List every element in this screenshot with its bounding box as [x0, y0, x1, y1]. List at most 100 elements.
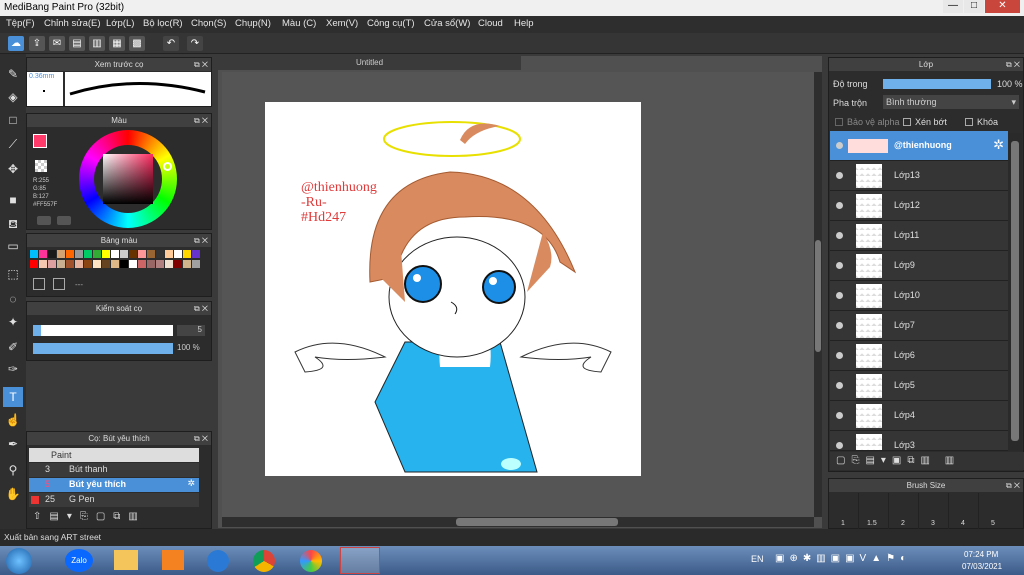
layer-row[interactable]: Lớp12 — [830, 191, 1008, 221]
palette-swatch[interactable] — [165, 260, 173, 268]
text-tool-icon[interactable]: T — [3, 387, 23, 407]
page-icon[interactable]: ▥ — [89, 36, 105, 51]
explorer-icon[interactable] — [114, 550, 138, 570]
vertical-scrollbar[interactable] — [814, 72, 822, 517]
fill-rect-tool-icon[interactable]: ■ — [3, 190, 23, 210]
menu-cloud[interactable]: Cloud — [478, 18, 503, 29]
layer-row[interactable]: Lớp3 — [830, 431, 1008, 451]
add-palette-icon[interactable] — [33, 278, 45, 290]
close-icon[interactable]: ⧉ ✕ — [194, 234, 208, 247]
language-indicator[interactable]: EN — [751, 554, 764, 564]
palette-swatch[interactable] — [102, 250, 110, 258]
brush-opacity-slider[interactable] — [33, 343, 173, 354]
brush-list-actions[interactable]: ⇧▤▾⎘▢⧉▥ — [33, 511, 146, 522]
layer-row[interactable]: Lớp13 — [830, 161, 1008, 191]
zalo-icon[interactable]: Zalo — [65, 549, 93, 572]
palette-swatch[interactable] — [138, 260, 146, 268]
menu-edit[interactable]: Chỉnh sửa(E) — [44, 18, 101, 29]
menu-tools[interactable]: Công cụ(T) — [367, 18, 415, 29]
close-icon[interactable]: ⧉ ✕ — [1006, 58, 1020, 71]
magic-wand-icon[interactable]: ✦ — [3, 312, 23, 332]
layer-row[interactable]: Lớp5 — [830, 371, 1008, 401]
primary-color-swatch[interactable] — [33, 134, 47, 148]
tray-icons[interactable]: ▣⊕✱▥▣▣V▲⚑◐ — [775, 553, 911, 564]
eye-icon[interactable] — [836, 232, 843, 239]
menu-view[interactable]: Xem(V) — [326, 18, 358, 29]
palette-swatch[interactable] — [129, 250, 137, 258]
palette-swatch[interactable] — [165, 250, 173, 258]
layer-row[interactable]: Lớp9 — [830, 251, 1008, 281]
close-icon[interactable]: ⧉ ✕ — [194, 302, 208, 315]
palette-swatch[interactable] — [111, 260, 119, 268]
palette-swatch[interactable] — [30, 250, 38, 258]
palette-swatch[interactable] — [120, 250, 128, 258]
hand-tool-icon[interactable]: ✋ — [3, 484, 23, 504]
brush-item-selected[interactable]: 5 Bút yêu thích ✲ — [29, 478, 199, 492]
menu-color[interactable]: Màu (C) — [282, 18, 316, 29]
ie-icon[interactable] — [207, 550, 229, 572]
brush-tool-icon[interactable]: ✎ — [3, 64, 23, 84]
palette-swatch[interactable] — [156, 260, 164, 268]
palette-swatch[interactable] — [39, 250, 47, 258]
brush-size-option[interactable]: 4 — [949, 493, 979, 529]
palette-swatch[interactable] — [93, 260, 101, 268]
palette-swatch[interactable] — [111, 250, 119, 258]
maximize-button[interactable]: □ — [964, 0, 984, 13]
palette-swatch[interactable] — [84, 250, 92, 258]
blend-select[interactable]: Bình thường ▾ — [883, 95, 1019, 109]
palette-swatch[interactable] — [57, 260, 65, 268]
tile-icon[interactable]: ▩ — [129, 36, 145, 51]
layer-row-selected[interactable]: @thienhuong ✲ — [830, 131, 1008, 161]
select-rect-icon[interactable]: ⬚ — [3, 264, 23, 284]
brush-group-paint[interactable]: Paint — [29, 448, 199, 462]
palette-swatch[interactable] — [75, 260, 83, 268]
layers-scrollbar[interactable] — [1008, 133, 1022, 451]
palette-swatch[interactable] — [147, 250, 155, 258]
select-eraser-icon[interactable]: ✑ — [3, 359, 23, 379]
horizontal-scrollbar[interactable] — [222, 517, 814, 527]
eye-icon[interactable] — [836, 172, 843, 179]
reset-color-button[interactable] — [57, 216, 71, 225]
gear-icon[interactable]: ✲ — [993, 137, 1004, 153]
palette-swatch[interactable] — [138, 250, 146, 258]
swap-color-button[interactable] — [37, 216, 51, 225]
palette-swatch[interactable] — [48, 250, 56, 258]
palette-swatch[interactable] — [147, 260, 155, 268]
eye-icon[interactable] — [836, 442, 843, 449]
eye-icon[interactable] — [836, 142, 843, 149]
layer-opacity-slider[interactable] — [883, 79, 991, 89]
clip-checkbox[interactable] — [903, 118, 911, 126]
canvas-tab[interactable]: Untitled — [218, 56, 521, 70]
undo-icon[interactable]: ↶ — [163, 36, 179, 51]
brush-size-option[interactable]: 1.5 — [859, 493, 889, 529]
eye-icon[interactable] — [836, 382, 843, 389]
line-tool-icon[interactable]: ⟋ — [3, 134, 23, 154]
palette-swatch[interactable] — [57, 250, 65, 258]
brush-size-option[interactable]: 1 — [829, 493, 859, 529]
palette-swatch[interactable] — [174, 260, 182, 268]
close-icon[interactable]: ⧉ ✕ — [194, 432, 208, 445]
brush-item[interactable]: 25 G Pen — [29, 493, 199, 507]
palette-swatch[interactable] — [75, 250, 83, 258]
delete-palette-icon[interactable] — [53, 278, 65, 290]
document-icon[interactable]: ▤ — [69, 36, 85, 51]
brush-item[interactable]: 3 Bút thanh — [29, 463, 199, 477]
bucket-tool-icon[interactable]: ⛾ — [3, 214, 23, 234]
select-pen-icon[interactable]: ✐ — [3, 337, 23, 357]
palette-swatch[interactable] — [192, 260, 200, 268]
share-icon[interactable]: ⇪ — [29, 36, 45, 51]
eraser-tool-icon[interactable]: ◈ — [3, 87, 23, 107]
close-icon[interactable]: ⧉ ✕ — [194, 114, 208, 127]
palette-swatch[interactable] — [102, 260, 110, 268]
menu-help[interactable]: Help — [514, 18, 534, 29]
close-icon[interactable]: ⧉ ✕ — [194, 58, 208, 71]
gear-icon[interactable]: ✲ — [187, 478, 195, 489]
operation-tool-icon[interactable]: ☝ — [3, 410, 23, 430]
palette-swatch[interactable] — [183, 250, 191, 258]
menu-file[interactable]: Tệp(F) — [6, 18, 35, 29]
layer-row[interactable]: Lớp10 — [830, 281, 1008, 311]
move-tool-icon[interactable]: ✥ — [3, 159, 23, 179]
rectangle-tool-icon[interactable]: □ — [3, 110, 23, 130]
palette-swatch[interactable] — [93, 250, 101, 258]
layer-row[interactable]: Lớp11 — [830, 221, 1008, 251]
